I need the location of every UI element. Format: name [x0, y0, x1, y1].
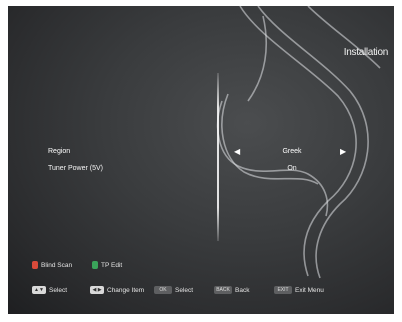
setting-label-region: Region	[48, 148, 71, 155]
hint-label: Back	[235, 286, 250, 294]
hint-ok-select: OK Select	[154, 286, 193, 294]
screen-title: Installation	[343, 47, 389, 58]
hint-label: TP Edit	[101, 261, 123, 269]
right-arrow-icon[interactable]: ▶	[340, 147, 346, 156]
hint-blind-scan[interactable]: Blind Scan	[32, 261, 72, 269]
hint-change-item: ◀ ▶ Change Item	[90, 286, 144, 294]
setting-label-tuner-power: Tuner Power (5V)	[48, 165, 103, 172]
color-key-hints: Blind Scan TP Edit	[8, 261, 394, 273]
hint-label: Blind Scan	[41, 261, 73, 269]
left-right-key-icon: ◀ ▶	[90, 286, 104, 294]
hint-select-updown: ▲▼ Select	[32, 286, 67, 294]
hint-back: BACK Back	[214, 286, 249, 294]
ok-key-icon: OK	[154, 286, 172, 294]
navigation-key-hints: ▲▼ Select ◀ ▶ Change Item OK Select BACK…	[8, 286, 394, 298]
tv-menu-screen: Installation Region ◀ Greek ▶ Tuner Powe…	[8, 6, 394, 314]
hint-exit-menu: EXIT Exit Menu	[274, 286, 324, 294]
green-key-icon	[92, 261, 98, 269]
exit-key-icon: EXIT	[274, 286, 292, 294]
back-key-icon: BACK	[214, 286, 232, 294]
setting-value-region[interactable]: Greek	[236, 148, 348, 155]
hint-label: Select	[49, 286, 68, 294]
red-key-icon	[32, 261, 38, 269]
up-down-key-icon: ▲▼	[32, 286, 46, 294]
hint-label: Exit Menu	[295, 286, 324, 294]
hint-tp-edit[interactable]: TP Edit	[92, 261, 122, 269]
setting-row-region[interactable]: Region ◀ Greek ▶	[8, 147, 394, 162]
setting-value-tuner-power[interactable]: On	[236, 165, 348, 172]
hint-label: Change Item	[107, 286, 145, 294]
hint-label: Select	[175, 286, 194, 294]
setting-row-tuner-power[interactable]: Tuner Power (5V) On	[8, 165, 394, 179]
